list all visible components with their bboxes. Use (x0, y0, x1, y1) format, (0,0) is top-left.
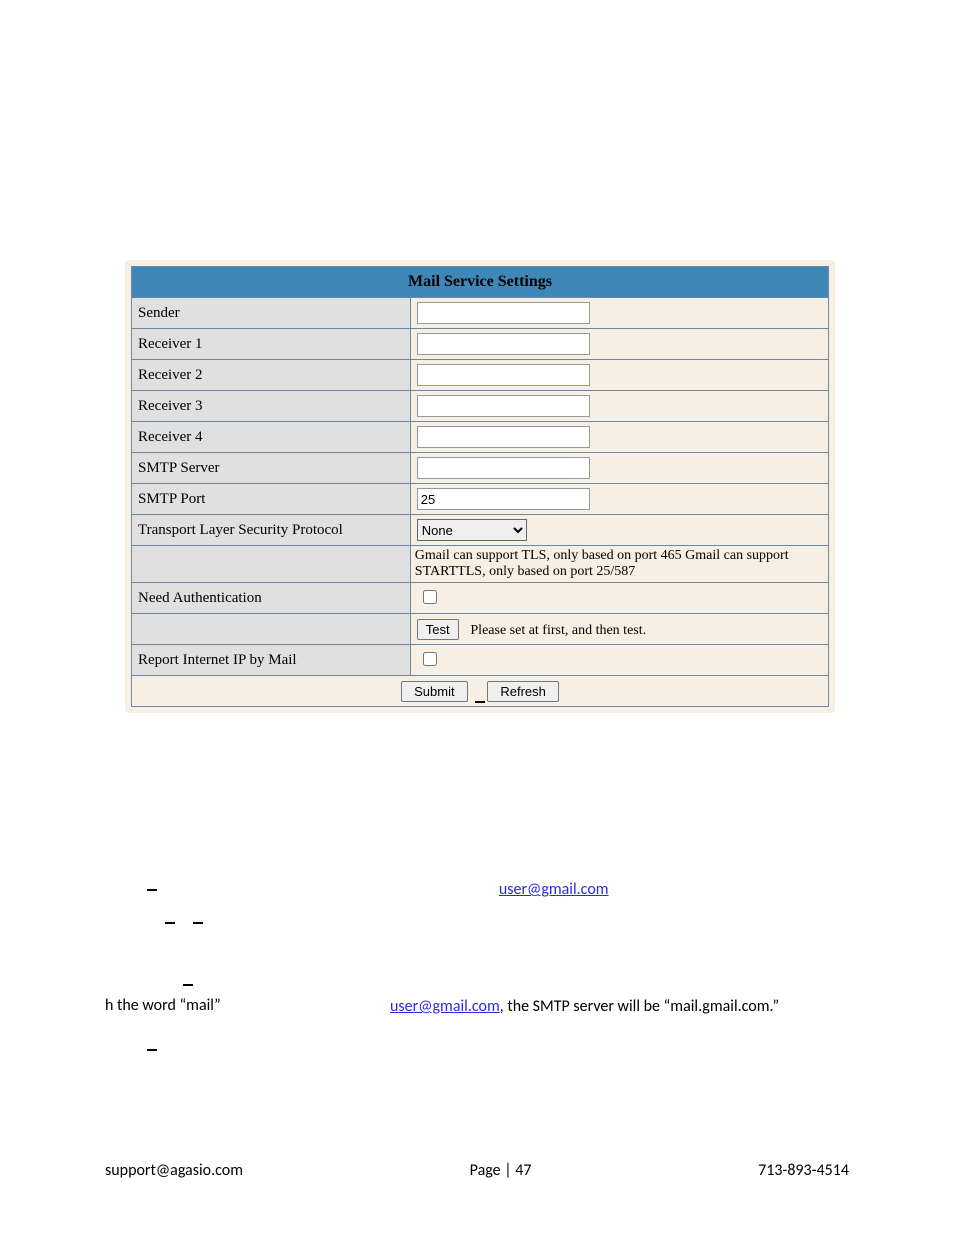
label-report-ip: Report Internet IP by Mail (132, 645, 411, 676)
dash-icon (193, 922, 203, 924)
label-receiver1: Receiver 1 (132, 329, 411, 360)
body-text-5: user@gmail.com, the SMTP server will be … (390, 997, 860, 1018)
label-tls: Transport Layer Security Protocol (132, 515, 411, 546)
label-test-blank (132, 614, 411, 645)
label-smtp-port: SMTP Port (132, 484, 411, 515)
report-ip-checkbox[interactable] (423, 652, 437, 666)
panel-title: Mail Service Settings (132, 267, 829, 298)
page-footer: support@agasio.com Page | 47 713-893-451… (0, 1161, 954, 1180)
receiver2-input[interactable] (417, 364, 590, 386)
body-text-2: user@gmail.com (105, 880, 855, 901)
label-tls-hint-blank (132, 546, 411, 583)
smtp-server-input[interactable] (417, 457, 590, 479)
dash-icon (147, 1049, 157, 1051)
label-need-auth: Need Authentication (132, 583, 411, 614)
tls-select[interactable]: None (417, 519, 527, 541)
email-link-2[interactable]: user@gmail.com (390, 997, 500, 1016)
footer-phone: 713-893-4514 (758, 1161, 849, 1180)
need-auth-checkbox[interactable] (423, 590, 437, 604)
smtp-port-input[interactable] (417, 488, 590, 510)
dash-icon (183, 984, 193, 986)
label-receiver4: Receiver 4 (132, 422, 411, 453)
dash-icon (147, 889, 157, 891)
text-mail-after: , the SMTP server will be “mail.gmail.co… (500, 997, 779, 1016)
label-receiver2: Receiver 2 (132, 360, 411, 391)
body-text-3 (105, 913, 855, 934)
sender-input[interactable] (417, 302, 590, 324)
mail-settings-table: Mail Service Settings Sender Receiver 1 … (131, 266, 829, 707)
dash-icon (475, 701, 485, 703)
mail-settings-panel: Mail Service Settings Sender Receiver 1 … (125, 260, 835, 713)
tls-hint: Gmail can support TLS, only based on por… (410, 546, 828, 583)
body-text-1 (105, 692, 855, 713)
receiver1-input[interactable] (417, 333, 590, 355)
email-link-1[interactable]: user@gmail.com (499, 880, 609, 899)
footer-page: Page | 47 (470, 1161, 532, 1180)
label-receiver3: Receiver 3 (132, 391, 411, 422)
test-button[interactable]: Test (417, 619, 459, 640)
body-text-6 (105, 1040, 855, 1061)
footer-email: support@agasio.com (105, 1161, 243, 1180)
text-mail-fragment: h the word “mail” (105, 996, 221, 1015)
label-smtp-server: SMTP Server (132, 453, 411, 484)
test-hint: Please set at first, and then test. (470, 623, 646, 638)
label-sender: Sender (132, 298, 411, 329)
receiver4-input[interactable] (417, 426, 590, 448)
receiver3-input[interactable] (417, 395, 590, 417)
dash-icon (165, 922, 175, 924)
